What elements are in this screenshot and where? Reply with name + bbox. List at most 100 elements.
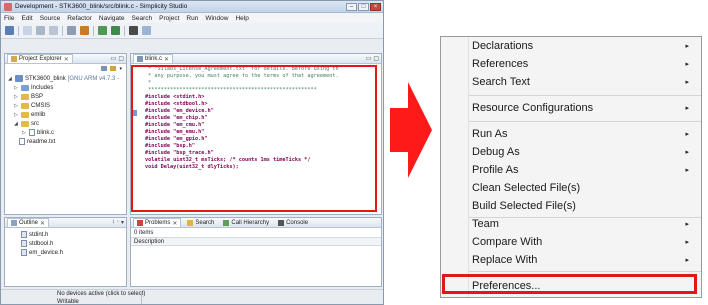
menu-source[interactable]: Source bbox=[40, 15, 61, 22]
maximize-panel-icon[interactable]: ▢ bbox=[118, 55, 124, 62]
minimize-button[interactable]: – bbox=[346, 2, 357, 11]
tab-blink-c[interactable]: blink.c ✕ bbox=[133, 54, 174, 63]
description-column-header[interactable]: Description bbox=[131, 237, 381, 246]
menu-item-team[interactable]: Team ▸ bbox=[441, 215, 701, 233]
project-icon bbox=[15, 75, 23, 82]
tree-item-src[interactable]: ◢ src bbox=[8, 119, 126, 128]
tree-item-project[interactable]: ◢ STK3600_blink [GNU ARM v4.7.3 - bbox=[8, 74, 126, 83]
terminal-icon[interactable] bbox=[129, 26, 138, 35]
window-title: Development - STK3600_blink/src/blink.c … bbox=[15, 3, 188, 10]
editor-tabbar: blink.c ✕ ▭ ▢ bbox=[131, 54, 381, 64]
minimize-panel-icon[interactable]: ▭ bbox=[366, 55, 372, 62]
tab-console[interactable]: Console bbox=[275, 218, 311, 227]
menu-file[interactable]: File bbox=[4, 15, 14, 22]
menu-help[interactable]: Help bbox=[235, 15, 248, 22]
hide-fields-icon[interactable]: ◦ bbox=[117, 219, 119, 226]
run-icon[interactable] bbox=[111, 26, 120, 35]
editor-mode: Writable bbox=[57, 299, 79, 305]
menu-item-build-selected-files[interactable]: Build Selected File(s) bbox=[441, 197, 701, 215]
maximize-panel-icon[interactable]: ▢ bbox=[373, 55, 379, 62]
close-tab-icon[interactable]: ✕ bbox=[164, 56, 169, 63]
device-status[interactable]: No devices active (click to select) bbox=[57, 291, 145, 297]
close-tab-icon[interactable]: ✕ bbox=[172, 220, 177, 227]
tree-label: readme.txt bbox=[27, 138, 56, 145]
outline-panel: Outline ✕ ↕ ◦ ▾ stdint.h stdbool.h em_de… bbox=[4, 217, 127, 287]
includes-icon bbox=[21, 84, 29, 91]
menu-bar: File Edit Source Refactor Navigate Searc… bbox=[1, 13, 383, 23]
menu-item-compare-with[interactable]: Compare With ▸ bbox=[441, 233, 701, 251]
build-icon[interactable] bbox=[67, 26, 76, 35]
menu-run[interactable]: Run bbox=[186, 15, 198, 22]
menu-item-declarations[interactable]: Declarations ▸ bbox=[441, 37, 701, 55]
project-explorer-panel: Project Explorer ✕ ▭ ▢ ▾ ◢ STK3600_blink… bbox=[4, 53, 127, 215]
outline-tabbar: Outline ✕ ↕ ◦ ▾ bbox=[5, 218, 126, 228]
include-icon bbox=[21, 231, 27, 238]
tree-item-bsp[interactable]: ▷ BSP bbox=[8, 92, 126, 101]
panel-controls: ↕ ◦ ▾ bbox=[112, 219, 126, 226]
tab-label: Search bbox=[195, 219, 215, 226]
tree-item-emlib[interactable]: ▷ emlib bbox=[8, 110, 126, 119]
menu-item-search-text[interactable]: Search Text ▸ bbox=[441, 73, 701, 91]
save-icon[interactable] bbox=[36, 26, 45, 35]
tree-item-blink-c[interactable]: ▷ blink.c bbox=[8, 128, 126, 137]
maximize-button[interactable]: □ bbox=[358, 2, 369, 11]
tree-item-includes[interactable]: ▷ Includes bbox=[8, 83, 126, 92]
submenu-arrow-icon: ▸ bbox=[685, 167, 689, 174]
debug-icon[interactable] bbox=[98, 26, 107, 35]
close-tab-icon[interactable]: ✕ bbox=[40, 220, 45, 227]
collapsed-icon: ▷ bbox=[14, 84, 18, 91]
link-editor-icon[interactable] bbox=[110, 66, 117, 71]
menu-project[interactable]: Project bbox=[159, 15, 179, 22]
outline-item[interactable]: stdbool.h bbox=[21, 239, 126, 248]
menu-search[interactable]: Search bbox=[132, 15, 153, 22]
tab-problems[interactable]: Problems ✕ bbox=[133, 218, 182, 227]
menu-navigate[interactable]: Navigate bbox=[99, 15, 125, 22]
submenu-arrow-icon: ▸ bbox=[685, 131, 689, 138]
collapsed-icon: ▷ bbox=[14, 102, 18, 109]
tools-icon[interactable] bbox=[80, 26, 89, 35]
outline-item[interactable]: em_device.h bbox=[21, 248, 126, 257]
menu-item-replace-with[interactable]: Replace With ▸ bbox=[441, 251, 701, 269]
tab-search[interactable]: Search bbox=[184, 218, 217, 227]
folder-icon bbox=[21, 93, 29, 100]
highlight-box-editor bbox=[131, 65, 377, 212]
toolbar-separator bbox=[124, 25, 125, 36]
tree-label: BSP bbox=[31, 93, 44, 100]
panel-controls: ▭ ▢ bbox=[366, 55, 381, 62]
close-tab-icon[interactable]: ✕ bbox=[64, 56, 69, 63]
panel-controls: ▭ ▢ bbox=[111, 55, 126, 62]
menu-item-run-as[interactable]: Run As ▸ bbox=[441, 125, 701, 143]
tree-item-readme[interactable]: readme.txt bbox=[8, 137, 126, 146]
menu-window[interactable]: Window bbox=[205, 15, 228, 22]
tree-item-cmsis[interactable]: ▷ CMSIS bbox=[8, 101, 126, 110]
minimize-panel-icon[interactable]: ▭ bbox=[111, 55, 117, 62]
tab-outline[interactable]: Outline ✕ bbox=[7, 218, 50, 227]
collapse-all-icon[interactable] bbox=[101, 66, 108, 71]
new-file-icon[interactable] bbox=[23, 26, 32, 35]
project-explorer-tabbar: Project Explorer ✕ ▭ ▢ bbox=[5, 54, 126, 64]
home-icon[interactable] bbox=[5, 26, 14, 35]
menu-item-profile-as[interactable]: Profile As ▸ bbox=[441, 161, 701, 179]
close-button[interactable]: × bbox=[370, 2, 381, 11]
save-all-icon[interactable] bbox=[49, 26, 58, 35]
menu-item-resource-configurations[interactable]: Resource Configurations ▸ bbox=[441, 99, 701, 117]
menu-item-clean-selected-files[interactable]: Clean Selected File(s) bbox=[441, 179, 701, 197]
title-bar: Development - STK3600_blink/src/blink.c … bbox=[1, 1, 383, 13]
perspective-icon[interactable] bbox=[142, 26, 151, 35]
view-menu-icon[interactable]: ▾ bbox=[121, 219, 124, 226]
project-explorer-icon bbox=[11, 56, 17, 62]
menu-item-label: Profile As bbox=[472, 164, 519, 176]
sort-icon[interactable]: ↕ bbox=[112, 219, 115, 226]
menu-edit[interactable]: Edit bbox=[21, 15, 32, 22]
menu-item-references[interactable]: References ▸ bbox=[441, 55, 701, 73]
menu-refactor[interactable]: Refactor bbox=[67, 15, 92, 22]
window-controls: – □ × bbox=[346, 2, 383, 11]
toolbar-separator bbox=[18, 25, 19, 36]
outline-item[interactable]: stdint.h bbox=[21, 230, 126, 239]
menu-item-debug-as[interactable]: Debug As ▸ bbox=[441, 143, 701, 161]
tab-call-hierarchy[interactable]: Call Hierarchy bbox=[220, 218, 272, 227]
menu-item-label: Run As bbox=[472, 128, 508, 140]
tab-project-explorer[interactable]: Project Explorer ✕ bbox=[7, 54, 73, 63]
context-menu: Declarations ▸ References ▸ Search Text … bbox=[440, 36, 702, 298]
view-menu-icon[interactable]: ▾ bbox=[119, 66, 122, 72]
